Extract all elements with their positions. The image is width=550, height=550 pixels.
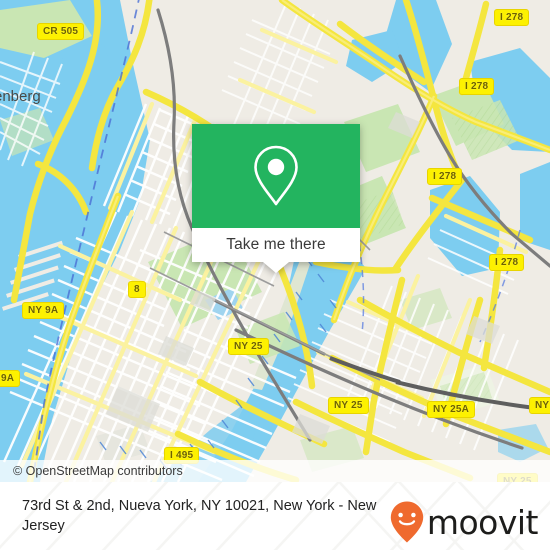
shield-ny-edge: NY xyxy=(529,397,550,414)
location-caption: 73rd St & 2nd, Nueva York, NY 10021, New… xyxy=(22,498,377,534)
popup-action-row[interactable]: Take me there xyxy=(192,228,360,262)
take-me-there-label: Take me there xyxy=(226,236,326,253)
map-canvas[interactable]: enberg CR 505 I 278 I 278 I 278 I 278 NY… xyxy=(0,0,550,482)
location-popup-card[interactable]: Take me there xyxy=(192,124,360,273)
shield-ny-25-b: NY 25 xyxy=(328,397,369,414)
shield-ny-25-a: NY 25 xyxy=(228,338,269,355)
popup-pointer-tail xyxy=(263,262,289,273)
shield-ny-25a: NY 25A xyxy=(427,401,476,418)
moovit-pin-icon xyxy=(390,501,424,543)
shield-9a: 9A xyxy=(0,370,21,387)
shield-i-278-d: I 278 xyxy=(489,254,525,271)
caption-bar: 73rd St & 2nd, Nueva York, NY 10021, New… xyxy=(0,482,550,550)
moovit-logo[interactable]: moovit xyxy=(389,500,539,544)
osm-attribution[interactable]: © OpenStreetMap contributors xyxy=(0,460,550,482)
shield-i-278-a: I 278 xyxy=(494,9,530,26)
map-pin-icon xyxy=(254,145,298,206)
shield-i-278-c: I 278 xyxy=(427,168,463,185)
place-label-guttenberg: enberg xyxy=(0,88,41,105)
popup-image-area xyxy=(192,124,360,228)
shield-i-278-b: I 278 xyxy=(459,78,495,95)
shield-ny-9a: NY 9A xyxy=(22,302,65,319)
moovit-wordmark: moovit xyxy=(426,502,539,542)
shield-cr-505: CR 505 xyxy=(37,23,85,40)
shield-8: 8 xyxy=(128,281,146,298)
